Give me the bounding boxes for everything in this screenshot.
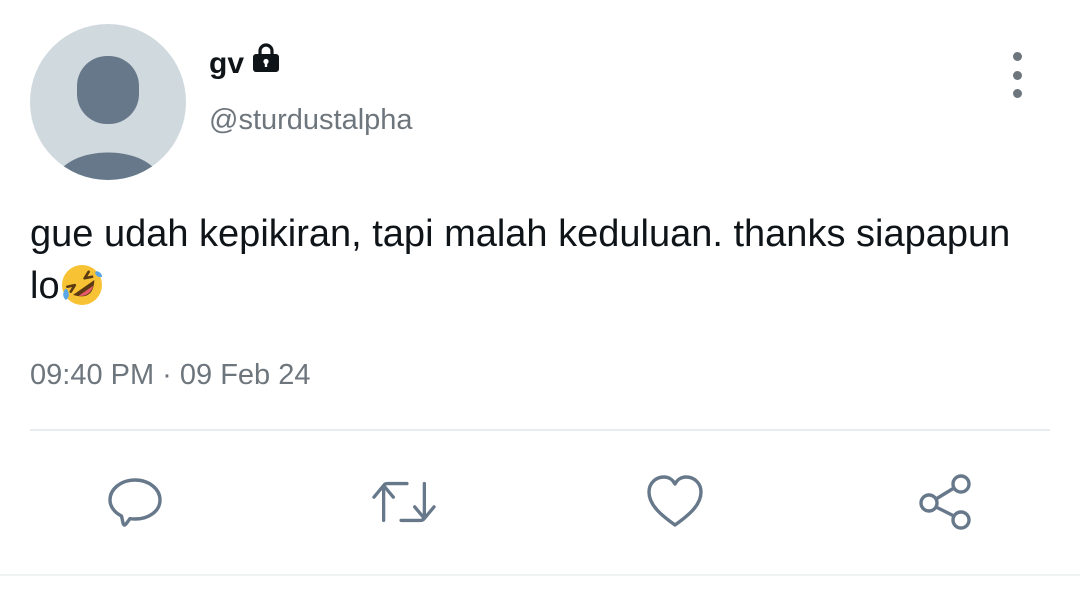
tweet-actions	[0, 470, 1080, 534]
bottom-divider	[0, 574, 1080, 576]
tweet-timestamp[interactable]: 09:40 PM · 09 Feb 24	[30, 356, 311, 394]
author-display-name[interactable]: gv	[209, 42, 282, 84]
heart-icon	[647, 475, 703, 527]
tweet-text: gue udah kepikiran, tapi malah keduluan.…	[30, 208, 1050, 312]
more-vertical-icon-dot	[1012, 89, 1022, 98]
share-icon	[919, 474, 971, 530]
author-handle[interactable]: @sturdustalpha	[209, 102, 413, 138]
more-vertical-icon	[1012, 52, 1022, 61]
retweet-button[interactable]	[372, 470, 436, 534]
share-button[interactable]	[914, 470, 978, 534]
more-options-button[interactable]	[1000, 52, 1034, 98]
reply-icon	[108, 478, 162, 527]
tweet-text-content: gue udah kepikiran, tapi malah keduluan.…	[30, 213, 1011, 307]
default-avatar-icon	[55, 56, 161, 180]
rolling-on-floor-laughing-emoji-icon	[60, 263, 104, 307]
author-name-text: gv	[209, 47, 245, 80]
divider	[30, 429, 1050, 431]
avatar[interactable]	[30, 24, 186, 180]
more-vertical-icon-dot	[1012, 70, 1022, 80]
retweet-icon	[372, 481, 436, 523]
reply-button[interactable]	[103, 470, 167, 534]
lock-icon	[250, 42, 282, 76]
like-button[interactable]	[643, 470, 707, 534]
